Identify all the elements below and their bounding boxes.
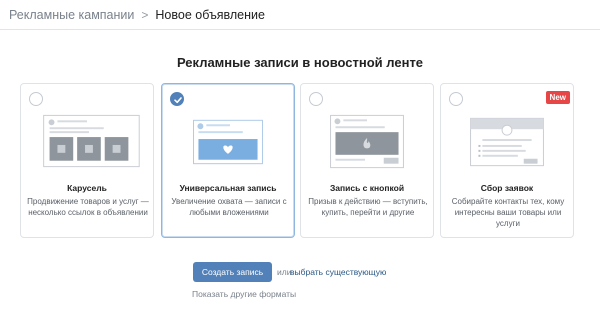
card-description: Увеличение охвата — записи с любыми влож… (171, 197, 287, 217)
new-badge: New (545, 91, 570, 104)
format-card-button-post[interactable]: Запись с кнопкой Призыв к действию — вст… (300, 83, 434, 238)
format-card-universal[interactable]: Универсальная запись Увеличение охвата —… (161, 83, 295, 238)
choose-existing-link[interactable]: выбрать существующую (290, 267, 386, 277)
card-description: Продвижение товаров и услуг — несколько … (27, 197, 149, 217)
section-title: Рекламные записи в новостной ленте (176, 55, 424, 70)
card-description: Собирайте контакты тех, кому интересны в… (451, 197, 565, 228)
radio-universal[interactable] (170, 92, 184, 106)
card-title: Карусель (67, 183, 107, 193)
format-card-lead-form[interactable]: New Сбор заявок Собирайте контакты тех, … (440, 83, 574, 238)
show-other-formats-link[interactable]: Показать другие форматы (192, 289, 296, 299)
radio-carousel[interactable] (29, 92, 43, 106)
carousel-illustration-icon (43, 114, 140, 168)
universal-post-illustration-icon (193, 119, 263, 165)
format-card-carousel[interactable]: Карусель Продвижение товаров и услуг — н… (20, 83, 154, 238)
breadcrumb-campaigns-link[interactable]: Рекламные кампании (9, 8, 134, 22)
breadcrumb-current: Новое объявление (155, 7, 265, 22)
breadcrumb: Рекламные кампании > Новое объявление (0, 0, 600, 30)
checkmark-icon (174, 97, 182, 104)
breadcrumb-separator-icon: > (141, 7, 149, 22)
card-description: Призыв к действию — вступить, купить, пе… (308, 197, 428, 217)
create-post-button[interactable]: Создать запись (193, 262, 272, 282)
card-title: Запись с кнопкой (329, 183, 405, 193)
radio-lead-form[interactable] (449, 92, 463, 106)
card-title: Универсальная запись (179, 183, 277, 193)
button-post-illustration-icon (330, 114, 404, 169)
card-title: Сбор заявок (480, 183, 534, 193)
radio-button-post[interactable] (309, 92, 323, 106)
lead-form-illustration-icon (470, 117, 544, 167)
